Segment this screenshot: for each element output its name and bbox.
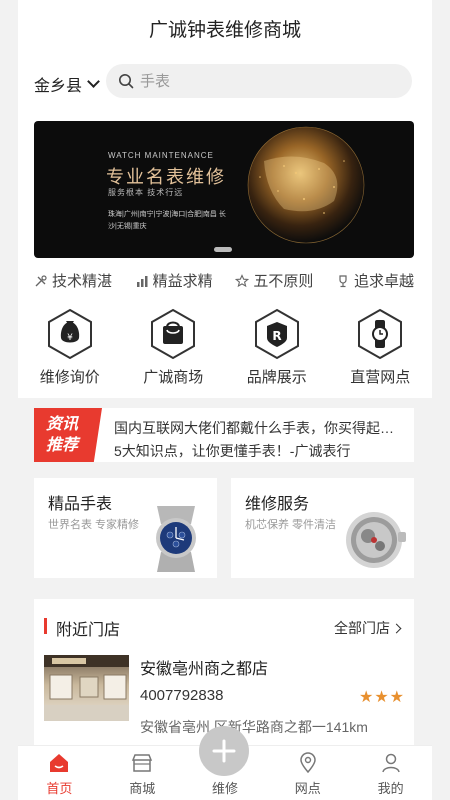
feature-item: 追求卓越 <box>336 270 414 291</box>
banner-title: 专业名表维修 <box>106 167 226 187</box>
shopping-bag-icon <box>151 308 196 360</box>
store-rating: ★ ★ ★ <box>359 687 404 707</box>
news-headline[interactable]: 5大知识点，让你更懂手表！-广诚表行 <box>114 441 350 461</box>
watch-movement-image <box>346 512 406 568</box>
star-icon <box>235 273 250 287</box>
star-icon: ★ <box>389 689 404 706</box>
news-badge-line2: 推荐 <box>46 437 79 454</box>
tab-label: 我的 <box>377 781 404 796</box>
banner-kicker: WATCH MAINTENANCE <box>108 151 214 160</box>
globe-graphic <box>247 126 365 244</box>
section-title: 附近门店 <box>56 622 121 639</box>
carousel-indicator[interactable] <box>214 247 232 252</box>
chevron-right-icon <box>391 623 402 633</box>
quick-links: ¥ 维修询价 广诚商场 R 品牌展示 直营网点 <box>18 308 432 390</box>
feature-label: 技术精湛 <box>52 273 113 290</box>
star-icon: ★ <box>358 689 374 706</box>
quick-link-repair-quote[interactable]: ¥ 维修询价 <box>18 308 122 390</box>
store-photo[interactable] <box>44 655 129 721</box>
tab-profile[interactable]: 我的 <box>349 746 432 800</box>
banner-cities: 珠海|广州|南宁|宁波|海口|合肥|南昌 长沙|无锡|重庆 <box>108 211 226 230</box>
tab-label: 维修 <box>211 781 238 796</box>
repair-fab-button[interactable] <box>199 726 249 776</box>
quick-link-mall[interactable]: 广诚商场 <box>122 308 226 390</box>
plus-icon <box>212 739 236 763</box>
quick-link-label: 直营网点 <box>350 369 411 386</box>
tab-label: 网点 <box>294 781 321 796</box>
quick-link-label: 维修询价 <box>39 369 100 386</box>
search-bar[interactable] <box>106 64 412 98</box>
feature-label: 五不原则 <box>253 273 314 290</box>
money-bag-icon: ¥ <box>47 308 92 360</box>
news-badge-line1: 资讯 <box>46 416 79 433</box>
tab-home[interactable]: 首页 <box>18 746 101 800</box>
brand-r-icon: R <box>254 308 299 360</box>
svg-text:¥: ¥ <box>67 333 73 343</box>
location-label: 金乡县 <box>34 78 83 95</box>
store-icon <box>132 754 153 772</box>
feature-item: 技术精湛 <box>34 270 112 291</box>
news-ticker[interactable]: 资讯 推荐 国内互联网大佬们都戴什么手表，你买得起… 5大知识点，让你更懂手表！… <box>34 408 414 462</box>
svg-text:R: R <box>272 329 281 343</box>
page-title: 广诚钟表维修商城 <box>148 19 301 41</box>
watch-icon <box>358 308 403 360</box>
all-stores-label: 全部门店 <box>334 620 390 636</box>
feature-label: 精益求精 <box>152 273 213 290</box>
feature-item: 五不原则 <box>235 270 313 291</box>
location-selector[interactable]: 金乡县 <box>34 72 100 96</box>
home-page: 广诚钟表维修商城 金乡县 手表 WATCH MAINTENANCE 专业名表维修… <box>0 0 450 800</box>
quick-link-stores[interactable]: 直营网点 <box>329 308 433 390</box>
search-icon <box>119 74 134 89</box>
quick-link-label: 广诚商场 <box>143 369 204 386</box>
search-input[interactable] <box>140 72 390 90</box>
promo-banner[interactable]: WATCH MAINTENANCE 专业名表维修 服务根本 技术行远 珠海|广州… <box>34 121 414 258</box>
chart-icon <box>136 275 148 287</box>
trophy-icon <box>339 274 347 287</box>
card-title: 精品手表 <box>48 496 113 513</box>
card-subtitle: 机芯保养 零件清洁 <box>245 519 337 531</box>
tools-icon <box>35 274 47 286</box>
feature-label: 追求卓越 <box>353 273 414 290</box>
app-header: 广诚钟表维修商城 <box>0 0 450 56</box>
quick-link-label: 品牌展示 <box>246 369 307 386</box>
store-name[interactable]: 安徽亳州商之都店 <box>140 655 268 679</box>
store-address: 安徽省亳州 区新华路商之都一141km <box>140 719 368 735</box>
tab-label: 首页 <box>46 781 73 796</box>
store-interior-image <box>44 655 129 721</box>
store-phone[interactable]: 4007792838 <box>140 687 223 704</box>
tab-label: 商城 <box>129 781 156 796</box>
feature-strip: 技术精湛 精益求精 五不原则 追求卓越 <box>34 270 414 291</box>
location-pin-icon <box>300 752 316 774</box>
feature-item: 精益求精 <box>135 270 213 291</box>
banner-subtitle: 服务根本 技术行远 <box>108 188 184 197</box>
home-icon <box>50 754 69 772</box>
user-icon <box>381 753 400 773</box>
card-subtitle: 世界名表 专家精修 <box>48 519 140 531</box>
all-stores-link[interactable]: 全部门店 <box>334 618 402 638</box>
card-repair-service[interactable]: 维修服务 机芯保养 零件清洁 <box>231 478 414 578</box>
card-title: 维修服务 <box>245 496 310 513</box>
quick-link-brands[interactable]: R 品牌展示 <box>225 308 329 390</box>
star-icon: ★ <box>374 689 389 706</box>
news-badge: 资讯 推荐 <box>34 408 102 462</box>
news-headline[interactable]: 国内互联网大佬们都戴什么手表，你买得起… <box>114 418 394 438</box>
wristwatch-image <box>156 506 196 572</box>
card-fine-watches[interactable]: 精品手表 世界名表 专家精修 <box>34 478 217 578</box>
tab-mall[interactable]: 商城 <box>101 746 184 800</box>
section-accent-bar <box>44 618 47 634</box>
tab-outlets[interactable]: 网点 <box>266 746 349 800</box>
chevron-down-icon <box>87 75 100 88</box>
